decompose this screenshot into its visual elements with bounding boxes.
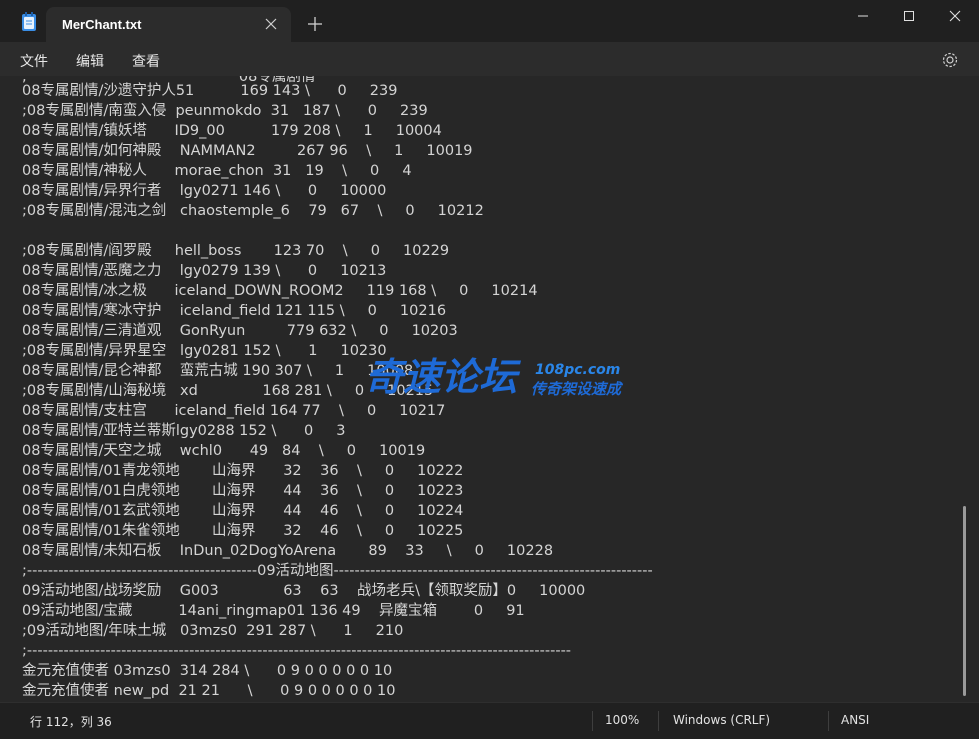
close-window-button[interactable] <box>931 0 977 32</box>
notepad-window: MerChant.txt 文件 编辑 查看 ; 08专属剧情 08专属剧情/沙遗… <box>0 0 979 739</box>
watermark-site-text: 108pc.com <box>535 362 620 378</box>
editor-line: 08专属剧情/冰之极 iceland_DOWN_ROOM2 119 168 \ … <box>22 283 538 299</box>
gear-icon[interactable] <box>941 51 959 69</box>
editor-line: 08专属剧情/镇妖塔 ID9_00 179 208 \ 1 10004 <box>22 123 442 139</box>
editor-line: 08专属剧情/未知石板 InDun_02DogYoArena 89 33 \ 0… <box>22 543 554 559</box>
minimize-icon <box>858 15 868 17</box>
notepad-app-icon <box>22 12 36 31</box>
title-bar: MerChant.txt <box>0 0 979 42</box>
editor-line: 08专属剧情/神秘人 morae_chon 31 19 \ 0 4 <box>22 163 412 179</box>
close-icon[interactable] <box>263 16 279 32</box>
editor-line: 08专属剧情/01玄武领地 山海界 44 46 \ 0 10224 <box>22 503 464 519</box>
maximize-button[interactable] <box>885 0 931 32</box>
minimize-button[interactable] <box>839 0 885 32</box>
status-bar: 行 112，列 36 100% Windows (CRLF) ANSI <box>0 702 979 739</box>
status-divider <box>592 711 593 731</box>
editor-line: 08专属剧情/寒冰守护 iceland_field 121 115 \ 0 10… <box>22 303 447 319</box>
editor-line: ;---------------------------------------… <box>22 563 653 579</box>
watermark-main-text: 奇速论坛 <box>365 355 522 399</box>
vertical-scrollbar[interactable] <box>963 506 966 696</box>
line-ending: Windows (CRLF) <box>673 713 771 727</box>
editor-line: 08专属剧情/天空之城 wchl0 49 84 \ 0 10019 <box>22 443 426 459</box>
editor-line: ;09活动地图/年味土城 03mzs0 291 287 \ 1 210 <box>22 623 404 639</box>
cursor-position: 行 112，列 36 <box>30 715 112 729</box>
plus-icon[interactable] <box>307 16 323 32</box>
close-icon <box>949 10 961 22</box>
menu-bar: 文件 编辑 查看 <box>0 42 979 76</box>
editor-line: 09活动地图/战场奖励 G003 63 63 战场老兵\【领取奖励】0 1000… <box>22 583 586 599</box>
editor-line: 08专属剧情/01青龙领地 山海界 32 36 \ 0 10222 <box>22 463 464 479</box>
maximize-icon <box>904 11 914 21</box>
editor-line: 08专属剧情/昆仑神都 蛮荒古城 190 307 \ 1 10008 <box>22 363 414 379</box>
editor-line: 08专属剧情/恶魔之力 lgy0279 139 \ 0 10213 <box>22 263 387 279</box>
editor-line: 08专属剧情/异界行者 lgy0271 146 \ 0 10000 <box>22 183 387 199</box>
editor-line: ;---------------------------------------… <box>22 643 572 659</box>
editor-line: 08专属剧情/亚特兰蒂斯lgy0288 152 \ 0 3 <box>22 423 346 439</box>
menu-file[interactable]: 文件 <box>20 51 48 71</box>
watermark-logo: 奇速论坛 108pc.com 传奇架设速成 <box>365 355 624 399</box>
editor-line: ;08专属剧情/异界星空 lgy0281 152 \ 1 10230 <box>22 343 387 359</box>
tab-merchant-txt[interactable]: MerChant.txt <box>46 7 291 42</box>
editor-line: ;08专属剧情/南蛮入侵 peunmokdo 31 187 \ 0 239 <box>22 103 428 119</box>
editor-line: 08专属剧情/支柱宫 iceland_field 164 77 \ 0 1021… <box>22 403 446 419</box>
editor-line: 金元充值使者 new_pd 21 21 \ 0 9 0 0 0 0 0 10 <box>22 683 396 699</box>
editor-line: 08专属剧情/沙遗守护人51 169 143 \ 0 239 <box>22 83 398 99</box>
editor-line: 金元充值使者 03mzs0 314 284 \ 0 9 0 0 0 0 0 10 <box>22 663 393 679</box>
editor-line: 08专属剧情/01朱雀领地 山海界 32 46 \ 0 10225 <box>22 523 464 539</box>
editor-line: 08专属剧情/三清道观 GonRyun 779 632 \ 0 10203 <box>22 323 458 339</box>
editor-line: ;08专属剧情/阎罗殿 hell_boss 123 70 \ 0 10229 <box>22 243 450 259</box>
tab-title: MerChant.txt <box>62 17 142 32</box>
editor-line: 08专属剧情/01白虎领地 山海界 44 36 \ 0 10223 <box>22 483 464 499</box>
menu-edit[interactable]: 编辑 <box>76 51 104 71</box>
editor-line: 09活动地图/宝藏 14ani_ringmap01 136 49 异魔宝箱 0 … <box>22 603 525 619</box>
editor-line: 08专属剧情/如何神殿 NAMMAN2 267 96 \ 1 10019 <box>22 143 473 159</box>
editor-line: ;08专属剧情/混沌之剑 chaostemple_6 79 67 \ 0 102… <box>22 203 484 219</box>
status-divider <box>658 711 659 731</box>
watermark-slogan-text: 传奇架设速成 <box>531 380 624 398</box>
zoom-level: 100% <box>605 713 640 727</box>
status-divider <box>828 711 829 731</box>
encoding: ANSI <box>841 713 870 727</box>
menu-view[interactable]: 查看 <box>132 51 160 71</box>
